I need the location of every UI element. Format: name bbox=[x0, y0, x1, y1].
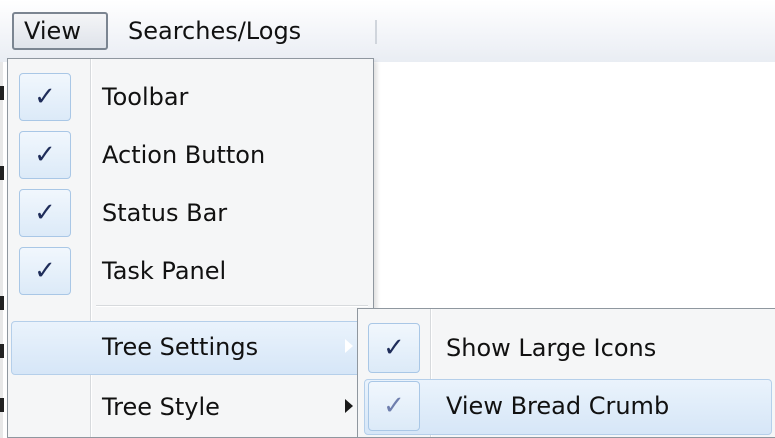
menu-separator-highlight bbox=[96, 306, 368, 307]
menu-bar: View Searches/Logs bbox=[0, 0, 775, 62]
check-icon: ✓ bbox=[34, 256, 56, 286]
check-box: ✓ bbox=[368, 323, 420, 373]
window-frame-edge bbox=[0, 62, 3, 438]
chevron-right-icon bbox=[345, 399, 353, 413]
frame-tick bbox=[0, 166, 4, 180]
frame-tick bbox=[0, 344, 4, 358]
frame-tick bbox=[0, 86, 4, 100]
menu-item-label: View Bread Crumb bbox=[446, 392, 670, 420]
chevron-right-icon bbox=[345, 339, 353, 353]
menu-item-status-bar[interactable]: ✓ Status Bar bbox=[8, 185, 373, 241]
tree-settings-submenu: ✓ Show Large Icons ✓ View Bread Crumb bbox=[357, 308, 775, 438]
check-box: ✓ bbox=[19, 189, 71, 237]
menu-item-toolbar[interactable]: ✓ Toolbar bbox=[8, 69, 373, 125]
view-dropdown-menu: ✓ Toolbar ✓ Action Button ✓ Status Bar ✓… bbox=[7, 58, 374, 438]
check-box: ✓ bbox=[368, 381, 420, 431]
menu-searches-logs[interactable]: Searches/Logs bbox=[118, 12, 378, 50]
check-box: ✓ bbox=[19, 131, 71, 179]
check-icon: ✓ bbox=[383, 333, 405, 363]
menu-item-label: Tree Style bbox=[102, 393, 220, 421]
menu-item-tree-style[interactable]: Tree Style bbox=[8, 379, 373, 435]
menu-item-label: Toolbar bbox=[102, 83, 189, 111]
check-icon: ✓ bbox=[34, 82, 56, 112]
menu-item-tree-settings[interactable]: Tree Settings bbox=[8, 319, 373, 375]
menu-item-label: Status Bar bbox=[102, 199, 228, 227]
check-box: ✓ bbox=[19, 247, 71, 295]
menu-item-task-panel[interactable]: ✓ Task Panel bbox=[8, 243, 373, 299]
frame-tick bbox=[0, 398, 4, 412]
frame-tick bbox=[0, 296, 4, 310]
menu-item-view-bread-crumb[interactable]: ✓ View Bread Crumb bbox=[358, 377, 775, 435]
menu-item-label: Show Large Icons bbox=[446, 334, 657, 362]
menu-item-action-button[interactable]: ✓ Action Button bbox=[8, 127, 373, 183]
menu-item-label: Task Panel bbox=[102, 257, 227, 285]
menu-item-label: Action Button bbox=[102, 141, 266, 169]
check-box: ✓ bbox=[19, 73, 71, 121]
check-icon: ✓ bbox=[34, 198, 56, 228]
menu-item-label: Tree Settings bbox=[102, 333, 259, 361]
check-icon: ✓ bbox=[383, 391, 405, 421]
check-icon: ✓ bbox=[34, 140, 56, 170]
menubar-separator bbox=[375, 20, 377, 44]
menu-view[interactable]: View bbox=[12, 12, 108, 50]
menu-item-show-large-icons[interactable]: ✓ Show Large Icons bbox=[358, 319, 775, 377]
